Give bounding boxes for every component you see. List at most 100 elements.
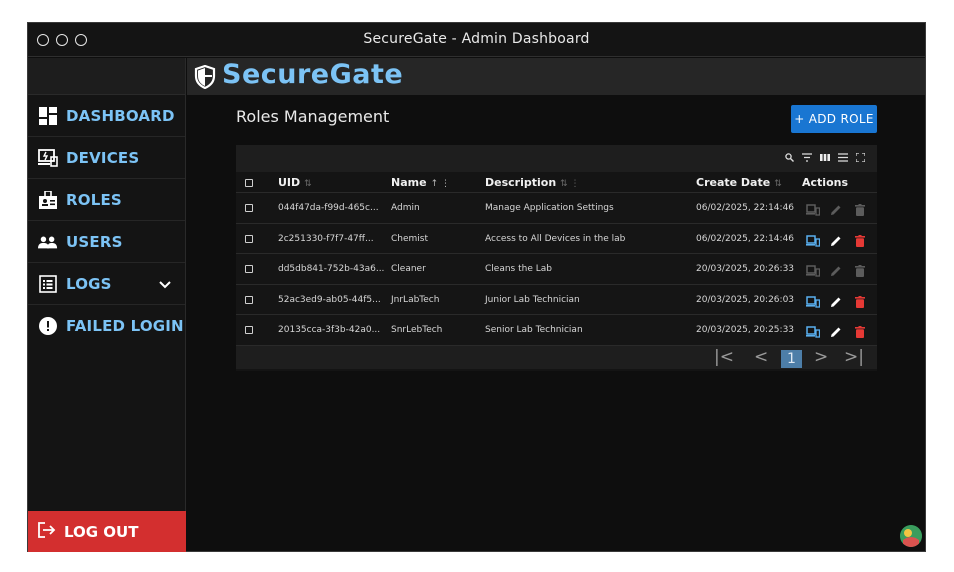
filter-icon[interactable] <box>802 153 812 163</box>
dashboard-icon <box>38 106 58 126</box>
edit-icon[interactable] <box>830 232 844 246</box>
column-header-name[interactable]: Name ↑ ⋮ <box>391 176 450 189</box>
cell-create-date: 20/03/2025, 20:26:03 <box>696 294 795 305</box>
edit-icon[interactable] <box>830 293 844 307</box>
title-bar: SecureGate - Admin Dashboard <box>28 23 925 57</box>
sidebar-item-dashboard[interactable]: DASHBOARD <box>28 95 185 137</box>
sidebar-item-label: DEVICES <box>66 148 140 167</box>
delete-icon[interactable] <box>855 232 869 247</box>
fullscreen-icon[interactable] <box>854 152 866 163</box>
sidebar-item-label: LOGS <box>66 274 112 293</box>
table-row[interactable]: 044f47da-f99d-465c... Admin Manage Appli… <box>236 193 877 224</box>
cell-name: JnrLabTech <box>391 294 440 305</box>
sidebar-item-label: USERS <box>66 232 123 251</box>
edit-icon[interactable] <box>830 201 844 215</box>
sidebar-item-roles[interactable]: ROLES <box>28 179 185 221</box>
cell-name: Chemist <box>391 233 429 244</box>
alert-icon <box>38 316 58 336</box>
row-checkbox[interactable] <box>245 265 253 273</box>
cell-uid: 52ac3ed9-ab05-44f5... <box>278 294 381 305</box>
sidebar: DASHBOARD DEVICES ROLES USERS LOGS FAILE… <box>28 58 186 552</box>
assign-devices-icon[interactable] <box>806 201 821 216</box>
assign-devices-icon[interactable] <box>806 262 821 277</box>
select-all-checkbox[interactable] <box>245 179 253 187</box>
assign-devices-icon[interactable] <box>806 323 821 338</box>
chevron-down-icon[interactable] <box>159 274 171 293</box>
row-checkbox[interactable] <box>245 234 253 243</box>
cell-uid: 2c251330-f7f7-47ff... <box>278 233 374 244</box>
delete-icon[interactable] <box>855 262 869 277</box>
edit-icon[interactable] <box>830 323 844 337</box>
brand-logo-text: SecureGate <box>222 59 404 90</box>
table-body: 044f47da-f99d-465c... Admin Manage Appli… <box>236 193 877 346</box>
shield-icon <box>194 64 216 93</box>
previous-page-button[interactable]: < <box>754 348 768 366</box>
cell-uid: 20135cca-3f3b-42a0... <box>278 325 381 335</box>
sort-icon[interactable]: ⇅ <box>304 179 312 189</box>
table-row[interactable]: 2c251330-f7f7-47ff... Chemist Access to … <box>236 223 877 254</box>
search-icon[interactable] <box>784 153 794 163</box>
row-checkbox[interactable] <box>245 326 253 334</box>
density-icon[interactable] <box>838 153 848 163</box>
cell-name: Cleaner <box>391 264 426 274</box>
cell-description: Manage Application Settings <box>485 203 614 213</box>
cell-create-date: 20/03/2025, 20:25:33 <box>696 325 795 335</box>
add-role-button[interactable]: + ADD ROLE <box>791 105 877 133</box>
sort-icon[interactable]: ↑ ⋮ <box>431 179 450 189</box>
cell-create-date: 06/02/2025, 22:14:46 <box>696 203 795 213</box>
delete-icon[interactable] <box>855 293 869 308</box>
cell-description: Senior Lab Technician <box>485 325 583 335</box>
first-page-button[interactable]: |< <box>714 348 734 366</box>
columns-icon[interactable] <box>820 153 830 163</box>
column-header-create-date[interactable]: Create Date ⇅ <box>696 176 782 189</box>
delete-icon[interactable] <box>855 201 869 216</box>
column-header-uid[interactable]: UID ⇅ <box>278 176 312 189</box>
sidebar-item-failed-login[interactable]: FAILED LOGIN <box>28 305 185 347</box>
table-toolbar <box>236 145 877 172</box>
logout-button[interactable]: LOG OUT <box>28 511 186 552</box>
assistant-avatar-icon[interactable] <box>900 525 922 547</box>
group-icon <box>38 232 58 252</box>
badge-icon <box>38 190 58 210</box>
cell-description: Junior Lab Technician <box>485 294 580 305</box>
sidebar-item-label: DASHBOARD <box>66 106 175 125</box>
column-header-actions: Actions <box>802 176 848 189</box>
sidebar-item-logs[interactable]: LOGS <box>28 263 185 305</box>
current-page-button[interactable]: 1 <box>781 349 802 368</box>
next-page-button[interactable]: > <box>814 348 828 366</box>
assign-devices-icon[interactable] <box>806 293 821 308</box>
cell-create-date: 06/02/2025, 22:14:46 <box>696 233 795 244</box>
app-header: SecureGate <box>187 58 925 95</box>
sidebar-item-label: ROLES <box>66 190 122 209</box>
sort-icon[interactable]: ⇅ ⋮ <box>560 179 579 189</box>
assign-devices-icon[interactable] <box>806 232 821 247</box>
sidebar-item-label: FAILED LOGIN <box>66 317 184 335</box>
sidebar-item-users[interactable]: USERS <box>28 221 185 263</box>
devices-icon <box>38 148 58 168</box>
sort-icon[interactable]: ⇅ <box>774 179 782 189</box>
cell-uid: dd5db841-752b-43a6... <box>278 264 385 274</box>
roles-table: UID ⇅ Name ↑ ⋮ Description ⇅ ⋮ Create Date ⇅… <box>236 145 877 371</box>
last-page-button[interactable]: >| <box>844 348 864 366</box>
cell-name: Admin <box>391 203 420 213</box>
table-row[interactable]: dd5db841-752b-43a6... Cleaner Cleans the… <box>236 254 877 285</box>
page-title: Roles Management <box>236 107 390 126</box>
row-checkbox[interactable] <box>245 295 253 304</box>
window-title: SecureGate - Admin Dashboard <box>363 31 590 47</box>
edit-icon[interactable] <box>830 262 844 276</box>
cell-uid: 044f47da-f99d-465c... <box>278 203 379 213</box>
delete-icon[interactable] <box>855 323 869 338</box>
app-window: SecureGate - Admin Dashboard DASHBOARD D… <box>27 22 926 552</box>
logout-icon <box>38 521 56 542</box>
table-row[interactable]: 20135cca-3f3b-42a0... SnrLebTech Senior … <box>236 315 877 346</box>
sidebar-item-devices[interactable]: DEVICES <box>28 137 185 179</box>
table-row[interactable]: 52ac3ed9-ab05-44f5... JnrLabTech Junior … <box>236 284 877 315</box>
list-icon <box>38 274 58 294</box>
sidebar-header <box>28 58 185 95</box>
logout-label: LOG OUT <box>64 522 139 541</box>
cell-name: SnrLebTech <box>391 325 443 335</box>
row-checkbox[interactable] <box>245 204 253 212</box>
cell-description: Cleans the Lab <box>485 264 552 274</box>
column-header-description[interactable]: Description ⇅ ⋮ <box>485 176 580 189</box>
cell-description: Access to All Devices in the lab <box>485 233 626 244</box>
